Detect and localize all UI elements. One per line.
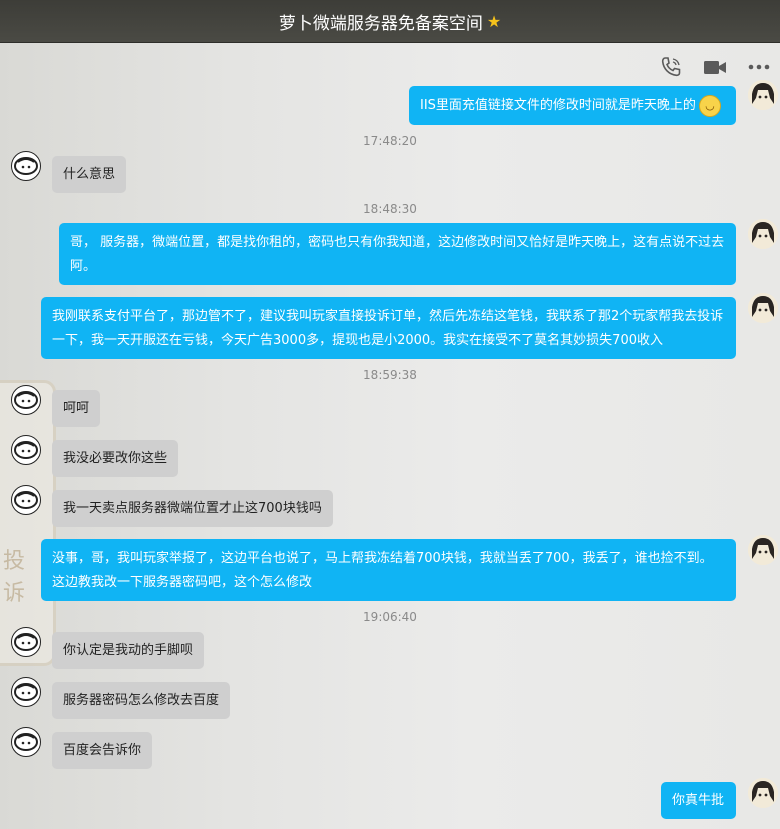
message-text: 呵呵 xyxy=(63,400,90,416)
avatar[interactable] xyxy=(11,677,41,707)
avatar[interactable] xyxy=(748,293,778,323)
message-bubble-incoming[interactable]: 我一天卖点服务器微端位置才止这700块钱吗 xyxy=(52,490,333,527)
timestamp: 19:06:40 xyxy=(363,610,417,624)
message-bubble-incoming[interactable]: 百度会告诉你 xyxy=(52,732,153,769)
avatar[interactable] xyxy=(11,627,41,657)
phone-icon[interactable] xyxy=(658,54,684,80)
message-bubble-incoming[interactable]: 你认定是我动的手脚呗 xyxy=(52,632,205,669)
message-text: 我没必要改你这些 xyxy=(63,450,168,466)
timestamp: 17:48:20 xyxy=(363,134,417,148)
message-text: 你真牛批 xyxy=(672,792,725,808)
message-bubble-incoming[interactable]: 呵呵 xyxy=(52,390,101,427)
timestamp: 18:48:30 xyxy=(363,202,417,216)
message-text: 百度会告诉你 xyxy=(63,742,142,758)
message-bubble-incoming[interactable]: 我没必要改你这些 xyxy=(52,440,179,477)
avatar[interactable] xyxy=(748,778,778,808)
more-icon[interactable] xyxy=(746,54,772,80)
sad-face-icon: ◡ xyxy=(698,94,721,117)
avatar[interactable] xyxy=(11,151,41,181)
avatar[interactable] xyxy=(11,727,41,757)
message-text: 没事，哥，我叫玩家举报了，这边平台也说了，马上帮我冻结着700块钱，我就当丢了7… xyxy=(52,551,713,590)
message-text: 我一天卖点服务器微端位置才止这700块钱吗 xyxy=(63,500,322,516)
chat-toolbar xyxy=(658,54,772,80)
message-bubble-outgoing[interactable]: 我刚联系支付平台了，那边管不了，建议我叫玩家直接投诉订单，然后先冻结这笔钱，我联… xyxy=(41,297,736,359)
avatar[interactable] xyxy=(11,435,41,465)
message-text: 哥， 服务器，微端位置，都是找你租的，密码也只有你我知道，这边修改时间又恰好是昨… xyxy=(70,235,725,274)
avatar[interactable] xyxy=(11,485,41,515)
window-title: 萝卜微端服务器免备案空间 xyxy=(278,13,483,34)
video-camera-icon[interactable] xyxy=(702,54,728,80)
message-text: 什么意思 xyxy=(63,166,116,182)
message-text: 服务器密码怎么修改去百度 xyxy=(63,692,220,708)
avatar[interactable] xyxy=(748,80,778,110)
avatar[interactable] xyxy=(11,385,41,415)
message-bubble-incoming[interactable]: 服务器密码怎么修改去百度 xyxy=(52,682,231,719)
message-bubble-outgoing[interactable]: 你真牛批 xyxy=(661,782,736,819)
title-bar: 萝卜微端服务器免备案空间 ★ xyxy=(0,0,780,43)
message-bubble-outgoing[interactable]: 没事，哥，我叫玩家举报了，这边平台也说了，马上帮我冻结着700块钱，我就当丢了7… xyxy=(41,539,736,601)
message-bubble-outgoing[interactable]: 哥， 服务器，微端位置，都是找你租的，密码也只有你我知道，这边修改时间又恰好是昨… xyxy=(59,223,736,285)
avatar[interactable] xyxy=(748,219,778,249)
message-bubble-incoming[interactable]: 什么意思 xyxy=(52,156,127,193)
message-text: IIS里面充值链接文件的修改时间就是昨天晚上的 xyxy=(420,97,696,113)
star-icon: ★ xyxy=(486,11,502,31)
message-text: 你认定是我动的手脚呗 xyxy=(63,642,194,658)
message-bubble-outgoing[interactable]: IIS里面充值链接文件的修改时间就是昨天晚上的 ◡ xyxy=(409,86,736,125)
timestamp: 18:59:38 xyxy=(363,368,417,382)
message-text: 我刚联系支付平台了，那边管不了，建议我叫玩家直接投诉订单，然后先冻结这笔钱，我联… xyxy=(52,309,724,348)
avatar[interactable] xyxy=(748,535,778,565)
